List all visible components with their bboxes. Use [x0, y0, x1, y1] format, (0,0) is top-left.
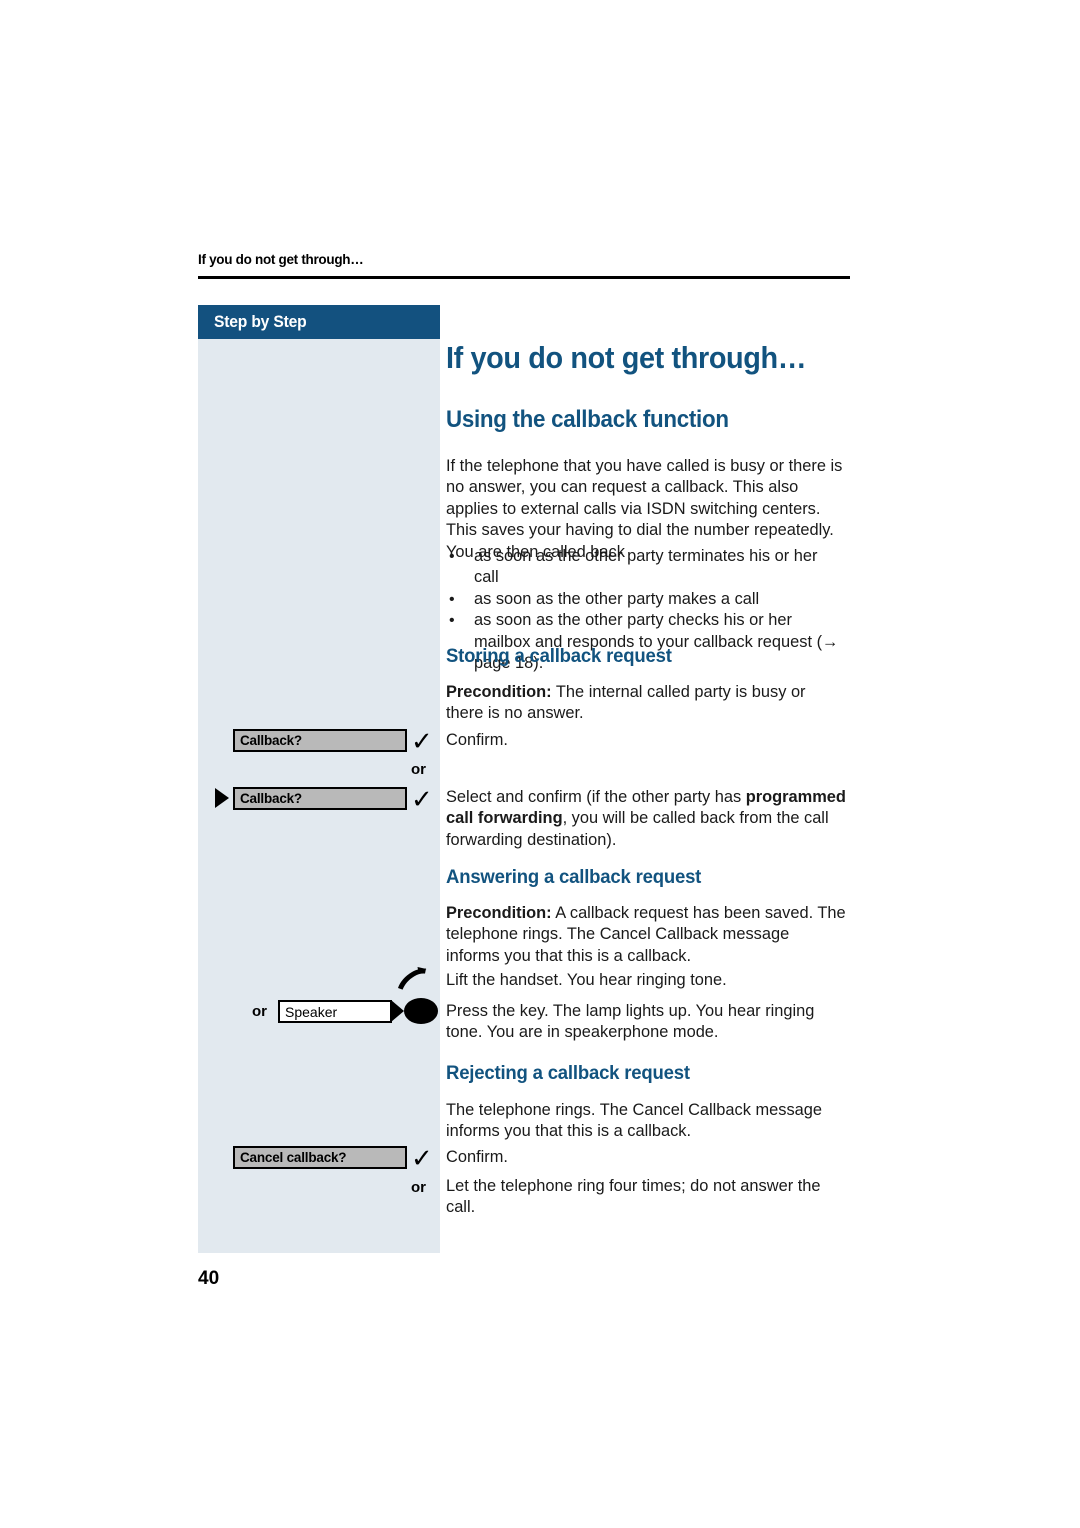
or-separator-1: or — [411, 761, 426, 778]
confirm-checkmark-icon: ✓ — [411, 726, 433, 756]
chapter-title: If you do not get through… — [446, 340, 807, 375]
or-separator-3: or — [411, 1179, 426, 1196]
precondition-label: Precondition: — [446, 904, 552, 922]
step-by-step-sidebar — [198, 305, 440, 1253]
confirm-checkmark-icon: ✓ — [411, 784, 433, 814]
sidebar-header-label: Step by Step — [214, 312, 307, 331]
answering-step2-text: Press the key. The lamp lights up. You h… — [446, 1002, 815, 1042]
answering-precondition: Precondition: A callback request has bee… — [446, 903, 846, 967]
confirm-checkmark-icon: ✓ — [411, 1143, 433, 1173]
step2-text-a: Select and confirm (if the other party h… — [446, 788, 746, 806]
list-item: • as soon as the other party terminates … — [446, 546, 846, 589]
sidebar-header-bar: Step by Step — [198, 305, 440, 339]
nav-key-right-icon[interactable] — [215, 788, 229, 808]
rejecting-intro-text: The telephone rings. The Cancel Callback… — [446, 1101, 822, 1141]
subsection-title-answering: Answering a callback request — [446, 866, 702, 888]
key-label-speaker[interactable]: Speaker — [278, 1000, 392, 1023]
softkey-callback-1[interactable]: Callback? — [233, 729, 407, 752]
subsection-title-storing: Storing a callback request — [446, 645, 672, 667]
bullet-dot-icon: • — [449, 548, 455, 565]
softkey-cancel-callback[interactable]: Cancel callback? — [233, 1146, 407, 1169]
softkey-callback-2[interactable]: Callback? — [233, 787, 407, 810]
running-header: If you do not get through… — [198, 252, 364, 267]
speaker-key-icon[interactable] — [404, 998, 438, 1024]
storing-step1-text: Confirm. — [446, 731, 508, 749]
bullet-dot-icon: • — [449, 590, 455, 608]
subsection-title-rejecting: Rejecting a callback request — [446, 1062, 690, 1084]
storing-step2-text: Select and confirm (if the other party h… — [446, 787, 846, 851]
document-page: If you do not get through… Step by Step … — [0, 0, 1080, 1528]
step2-bold-b: call forwarding — [446, 809, 563, 828]
storing-precondition: Precondition: The internal called party … — [446, 682, 846, 725]
list-item: • as soon as the other party makes a cal… — [446, 589, 846, 610]
main-content-column: If you do not get through… Using the cal… — [446, 340, 850, 434]
precondition-label: Precondition: — [446, 683, 552, 701]
list-item-label: as soon as the other party makes a call — [474, 589, 760, 608]
step2-bold-a: programmed — [745, 788, 846, 806]
list-item-label: as soon as the other party terminates hi… — [474, 547, 818, 587]
rejecting-step2-text: Let the telephone ring four times; do no… — [446, 1177, 821, 1217]
bullet-dot-icon: • — [449, 612, 455, 630]
key-label-pointer-icon — [391, 1000, 404, 1022]
or-separator-2: or — [252, 1003, 267, 1020]
header-rule — [198, 276, 850, 279]
lift-handset-icon — [396, 966, 430, 997]
page-number: 40 — [198, 1268, 220, 1289]
rejecting-step1-text: Confirm. — [446, 1148, 508, 1166]
answering-step1-text: Lift the handset. You hear ringing tone. — [446, 971, 727, 989]
section-title: Using the callback function — [446, 406, 729, 433]
